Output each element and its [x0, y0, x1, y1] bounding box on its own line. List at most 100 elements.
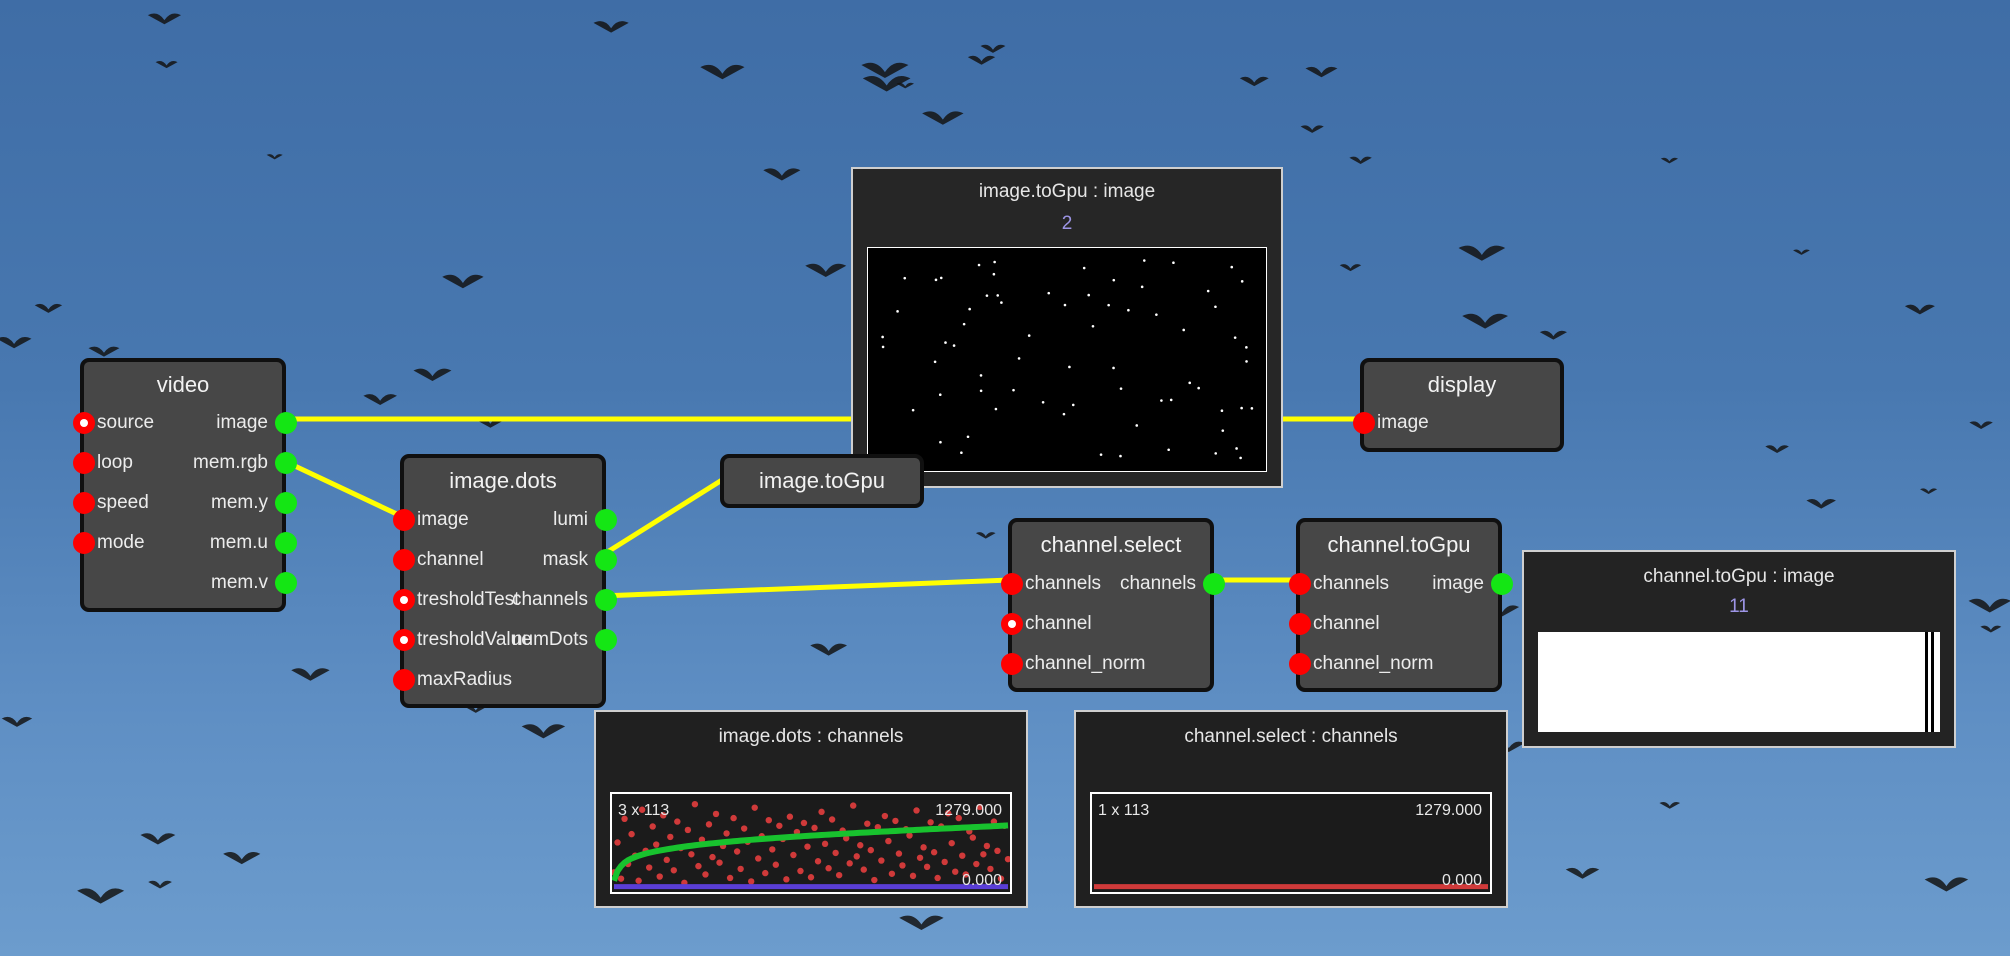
output-port-mem-u[interactable]: [275, 532, 297, 554]
output-label-image: image: [216, 412, 268, 433]
scatter-point: [1004, 855, 1010, 863]
node-title: image.toGpu: [759, 468, 885, 493]
detected-dot: [1240, 406, 1243, 410]
input-port-image[interactable]: [1353, 412, 1375, 434]
bird-silhouette: [1659, 802, 1681, 809]
scatter-point: [814, 858, 822, 865]
detected-dot: [979, 389, 983, 393]
scatter-point: [828, 816, 836, 823]
scatter-point: [800, 819, 808, 827]
output-port-mem-v[interactable]: [275, 572, 297, 594]
input-label-channel-norm: channel_norm: [1025, 653, 1146, 674]
output-port-mem-y[interactable]: [275, 492, 297, 514]
input-port-tresholdvalue[interactable]: [393, 629, 415, 651]
output-port-image[interactable]: [275, 412, 297, 434]
detected-dot: [994, 407, 998, 411]
input-port-maxradius[interactable]: [393, 669, 415, 691]
input-port-loop[interactable]: [73, 452, 95, 474]
scatter-point: [881, 812, 889, 820]
preview-count: 2: [1061, 213, 1073, 234]
scatter-point: [649, 823, 656, 830]
scatter-point: [804, 843, 811, 850]
output-port-channels[interactable]: [595, 589, 617, 611]
input-port-image[interactable]: [393, 509, 415, 531]
bird-silhouette: [521, 724, 566, 739]
output-port-channels[interactable]: [1203, 573, 1225, 595]
input-port-channel[interactable]: [1001, 613, 1023, 635]
input-label-tresholdtest: tresholdTest: [417, 589, 520, 610]
input-port-channel-norm[interactable]: [1001, 653, 1023, 675]
output-label-mem-v: mem.v: [211, 572, 268, 593]
scatter-point: [691, 800, 699, 808]
bird-silhouette: [155, 60, 178, 69]
preview-image-dots-channels[interactable]: image.dots : channels 3 x 113 1279.000 0…: [594, 710, 1028, 908]
bird-silhouette: [442, 274, 484, 289]
input-label-channel: channel: [1313, 613, 1380, 634]
output-port-mem-rgb[interactable]: [275, 452, 297, 474]
bird-silhouette: [1339, 264, 1362, 272]
node-title: video: [156, 372, 210, 397]
bird-silhouette: [1539, 330, 1567, 340]
preview-title: image.toGpu : image: [978, 181, 1156, 202]
plot-max: 1279.000: [1415, 802, 1482, 819]
output-label-mem-u: mem.u: [209, 532, 268, 553]
detected-dot: [966, 435, 970, 439]
scatter-point: [927, 819, 934, 826]
input-port-mode[interactable]: [73, 532, 95, 554]
input-label-channels: channels: [1025, 573, 1102, 594]
channels-plot: 1 x 113 1279.000 0.000: [1090, 792, 1492, 894]
input-port-channel[interactable]: [393, 549, 415, 571]
scatter-point: [934, 874, 941, 882]
output-port-mask[interactable]: [595, 549, 617, 571]
bird-silhouette: [1765, 445, 1789, 453]
plot-min: 0.000: [1441, 872, 1482, 889]
bird-silhouette: [1968, 598, 2010, 613]
scatter-point: [712, 810, 720, 818]
input-label-image: image: [1377, 412, 1429, 433]
input-port-channel-norm[interactable]: [1289, 653, 1311, 675]
scatter-point: [885, 837, 892, 845]
node-video[interactable]: video source loop speed mode image mem.r…: [73, 358, 297, 612]
output-port-image[interactable]: [1491, 573, 1513, 595]
scatter-point: [959, 852, 966, 859]
bird-silhouette: [266, 154, 283, 160]
scatter-point: [888, 870, 896, 877]
preview-channel-togpu[interactable]: channel.toGpu : image 11: [1522, 550, 1956, 748]
scatter-point: [952, 868, 959, 875]
input-port-channel[interactable]: [1289, 613, 1311, 635]
detected-dot: [1250, 407, 1254, 410]
scatter-point: [797, 867, 804, 875]
channels-plot: 3 x 113 1279.000 0.000: [610, 792, 1012, 894]
bird-silhouette: [148, 880, 172, 889]
input-port-tresholdtest[interactable]: [393, 589, 415, 611]
detected-dot: [881, 335, 884, 339]
input-port-channels[interactable]: [1289, 573, 1311, 595]
scatter-point: [747, 878, 755, 885]
scatter-point: [663, 856, 670, 864]
detected-dot: [1017, 357, 1021, 360]
detected-dot: [881, 345, 885, 349]
detected-dot: [1112, 366, 1115, 370]
preview-title: image.dots : channels: [718, 726, 904, 747]
detected-dot: [1245, 360, 1248, 363]
dots-image-preview: [867, 247, 1267, 472]
preview-channel-select-channels[interactable]: channel.select : channels 1 x 113 1279.0…: [1074, 710, 1508, 908]
node-channel-togpu[interactable]: channel.toGpu channels channel channel_n…: [1289, 518, 1513, 692]
scatter-point: [769, 846, 776, 853]
detected-dot: [1119, 454, 1122, 458]
detected-dot: [1235, 447, 1238, 450]
preview-image-togpu[interactable]: image.toGpu : image 2: [851, 167, 1283, 488]
input-port-source[interactable]: [73, 412, 95, 434]
input-port-channels[interactable]: [1001, 573, 1023, 595]
output-port-numdots[interactable]: [595, 629, 617, 651]
node-display[interactable]: display image: [1353, 358, 1564, 452]
node-channel-select[interactable]: channel.select channels channel channel_…: [1001, 518, 1225, 692]
node-image-togpu[interactable]: image.toGpu: [720, 454, 924, 508]
scatter-point: [755, 855, 762, 862]
output-port-lumi[interactable]: [595, 509, 617, 531]
node-image-dots[interactable]: image.dots image channel tresholdTest tr…: [393, 454, 617, 708]
plot-dims: 3 x 113: [618, 802, 670, 819]
scatter-point: [818, 808, 825, 816]
bird-silhouette: [1458, 245, 1506, 261]
input-port-speed[interactable]: [73, 492, 95, 514]
